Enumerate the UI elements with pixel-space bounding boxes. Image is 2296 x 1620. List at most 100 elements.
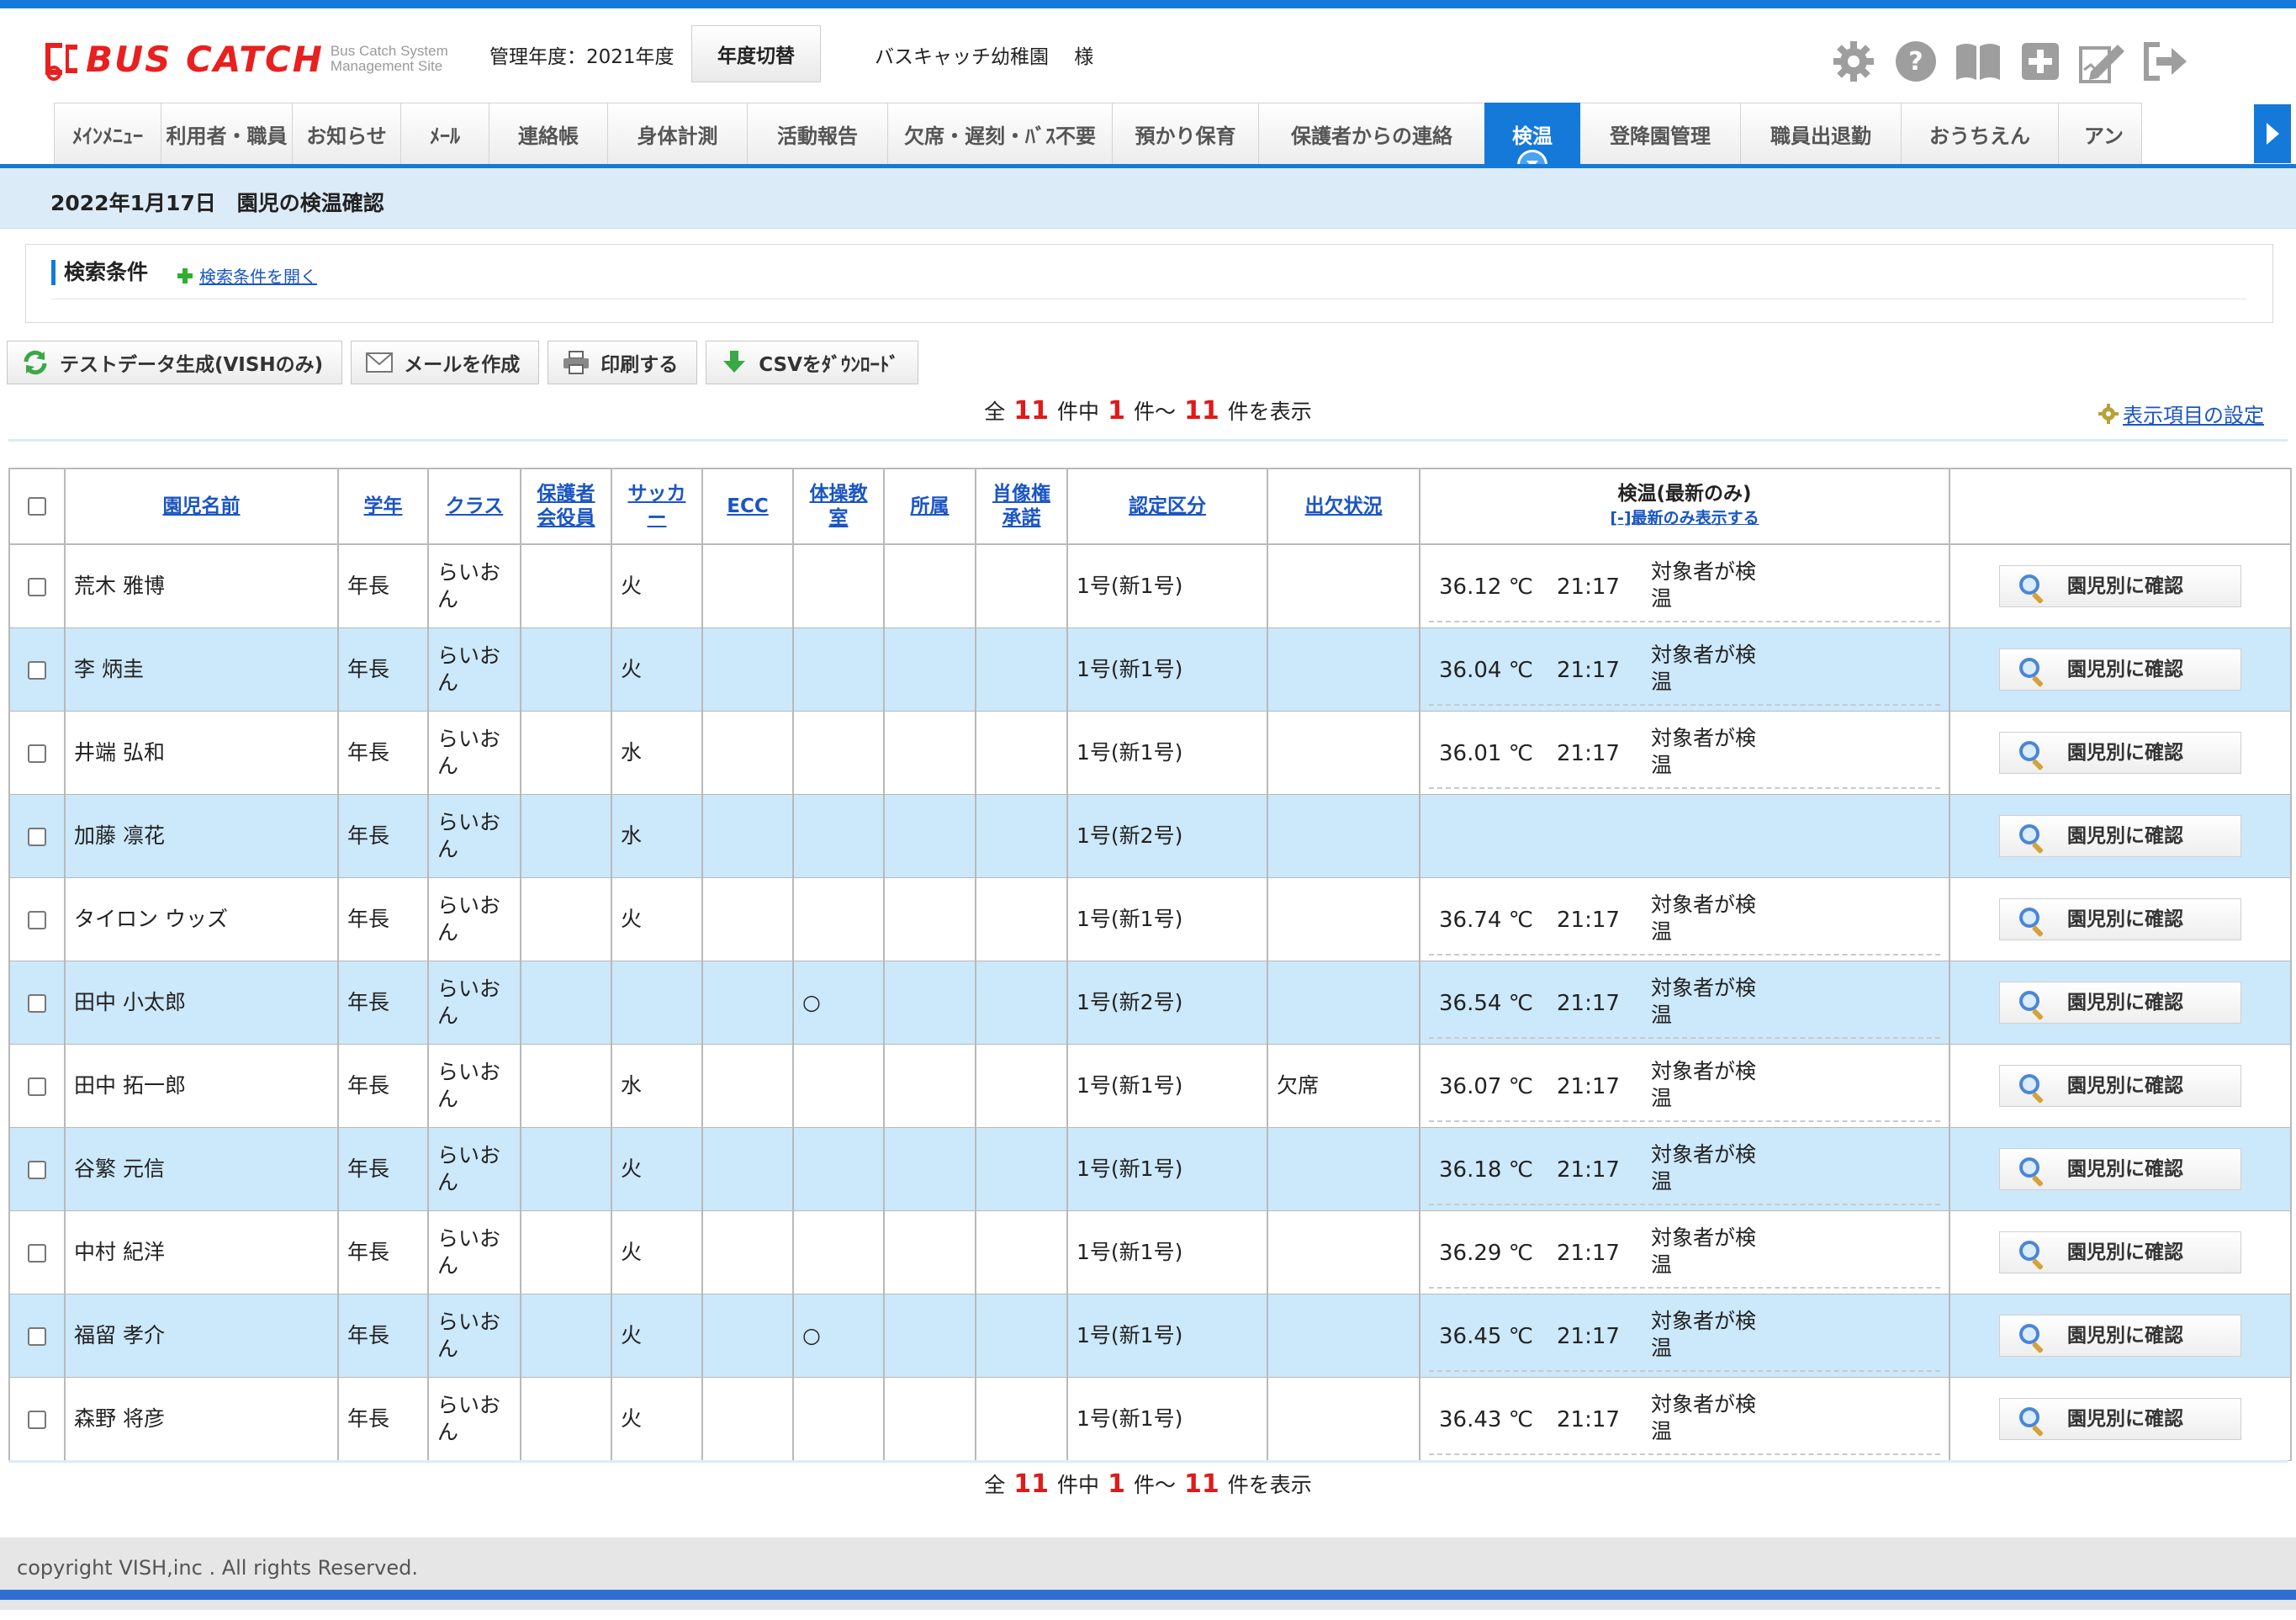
tab-temperature[interactable]: 検温 <box>1484 103 1580 180</box>
measured-by-line2: 温 <box>1651 1169 1673 1194</box>
book-icon[interactable] <box>1954 37 2002 86</box>
magnifier-icon <box>2019 1324 2044 1353</box>
measured-by-line1: 対象者が検 <box>1651 559 1757 584</box>
row-checkbox[interactable] <box>28 1077 46 1096</box>
temperature-time: 21:17 <box>1557 1241 1620 1266</box>
tab-notices[interactable]: お知らせ <box>292 103 401 165</box>
col-grade[interactable]: 学年 <box>337 468 429 545</box>
confirm-by-child-button[interactable]: 園児別に確認 <box>1999 1231 2241 1273</box>
year-switch-button[interactable]: 年度切替 <box>691 25 821 82</box>
child-attendance <box>1267 1210 1420 1294</box>
temperature-value: 36.18 ℃ <box>1439 1157 1533 1183</box>
nav-next-button[interactable] <box>2254 104 2291 163</box>
tab-body-measurement[interactable]: 身体計測 <box>607 103 748 165</box>
child-class-line2: ん <box>437 920 459 945</box>
tab-attendance-management[interactable]: 登降園管理 <box>1579 103 1741 165</box>
pager-total: 11 <box>1013 396 1050 426</box>
col-soccer[interactable]: サッカー <box>611 468 703 545</box>
col-name[interactable]: 園児名前 <box>64 468 339 545</box>
tab-ouchien[interactable]: おうちえん <box>1901 103 2059 165</box>
edit-icon[interactable] <box>2078 37 2127 86</box>
row-checkbox[interactable] <box>28 1244 46 1263</box>
download-csv-button[interactable]: CSVをﾀﾞｳﾝﾛｰﾄﾞ <box>706 341 918 384</box>
child-actions-cell: 園児別に確認 <box>1949 627 2292 712</box>
plus-icon[interactable] <box>2016 37 2065 86</box>
col-affiliation[interactable]: 所属 <box>883 468 976 545</box>
bus-catch-logo[interactable]: BUS CATCH Bus Catch System Management Si… <box>37 34 448 84</box>
measured-by-line2: 温 <box>1651 1336 1673 1360</box>
confirm-by-child-button[interactable]: 園児別に確認 <box>1999 1315 2241 1357</box>
tab-parent-contact[interactable]: 保護者からの連絡 <box>1258 103 1485 165</box>
child-grade: 年長 <box>337 1044 429 1128</box>
tab-mail[interactable]: ﾒｰﾙ <box>400 103 489 165</box>
confirm-by-child-button[interactable]: 園児別に確認 <box>1999 1065 2241 1107</box>
tab-users-staff[interactable]: 利用者・職員 <box>161 103 293 165</box>
tab-survey-partial[interactable]: アン <box>2058 103 2142 165</box>
col-portrait[interactable]: 肖像権 承諾 <box>975 468 1068 545</box>
row-checkbox[interactable] <box>28 911 46 929</box>
pager-to: 11 <box>1183 1469 1219 1499</box>
row-checkbox[interactable] <box>28 828 46 846</box>
help-icon[interactable]: ? <box>1891 37 1940 86</box>
row-checkbox[interactable] <box>28 744 46 763</box>
confirm-by-child-button[interactable]: 園児別に確認 <box>1999 732 2241 774</box>
tab-extended-care[interactable]: 預かり保育 <box>1112 103 1259 165</box>
show-latest-only-link[interactable]: [-]最新のみ表示する <box>1420 506 1949 531</box>
page-title-bar: 2022年1月17日 園児の検温確認 <box>0 168 2296 229</box>
row-checkbox[interactable] <box>28 994 46 1013</box>
row-checkbox[interactable] <box>28 1411 46 1429</box>
child-affiliation <box>883 1294 976 1378</box>
confirm-by-child-button[interactable]: 園児別に確認 <box>1999 565 2241 607</box>
child-certification: 1号(新1号) <box>1066 1044 1268 1128</box>
child-affiliation <box>883 961 976 1045</box>
child-portrait <box>975 711 1068 795</box>
row-checkbox[interactable] <box>28 1161 46 1179</box>
col-gym[interactable]: 体操教室 <box>792 468 885 545</box>
temperature-measured-by: 対象者が検温 <box>1651 892 1756 945</box>
row-checkbox[interactable] <box>28 1327 46 1346</box>
child-class-line2: ん <box>437 1420 459 1444</box>
confirm-by-child-button[interactable]: 園児別に確認 <box>1999 1148 2241 1190</box>
child-affiliation <box>883 1210 976 1294</box>
col-certification[interactable]: 認定区分 <box>1066 468 1268 545</box>
col-temperature: 検温(最新のみ) [-]最新のみ表示する <box>1419 468 1950 545</box>
measured-by-line1: 対象者が検 <box>1651 726 1757 750</box>
generate-test-data-button[interactable]: テストデータ生成(VISHのみ) <box>7 341 343 384</box>
select-all-checkbox[interactable] <box>28 497 46 516</box>
col-class[interactable]: クラス <box>427 468 521 545</box>
tab-contact-book[interactable]: 連絡帳 <box>489 103 608 165</box>
temperature-time: 21:17 <box>1557 908 1620 933</box>
dashed-divider <box>1429 1370 1940 1372</box>
row-checkbox[interactable] <box>28 578 46 596</box>
confirm-by-child-button[interactable]: 園児別に確認 <box>1999 815 2241 857</box>
col-ecc[interactable]: ECC <box>701 468 794 545</box>
logout-icon[interactable] <box>2140 37 2189 86</box>
child-grade: 年長 <box>337 711 429 795</box>
row-select-cell <box>8 1377 66 1461</box>
child-portrait <box>975 877 1068 961</box>
gear-icon[interactable] <box>1829 37 1878 86</box>
child-ecc <box>701 877 794 961</box>
confirm-by-child-button[interactable]: 園児別に確認 <box>1999 1398 2241 1440</box>
child-certification: 1号(新1号) <box>1066 711 1268 795</box>
tab-main-menu[interactable]: ﾒｲﾝﾒﾆｭｰ <box>54 103 161 165</box>
confirm-by-child-button[interactable]: 園児別に確認 <box>1999 649 2241 691</box>
open-search-conditions-link[interactable]: 検索条件を開く <box>176 263 317 288</box>
confirm-by-child-button[interactable]: 園児別に確認 <box>1999 982 2241 1024</box>
confirm-by-child-label: 園児別に確認 <box>2067 1241 2183 1263</box>
display-settings-link[interactable]: 表示項目の設定 <box>2098 399 2264 428</box>
temperature-value: 36.04 ℃ <box>1439 658 1533 683</box>
separator-top <box>8 439 2288 442</box>
tab-activity-report[interactable]: 活動報告 <box>747 103 888 165</box>
child-ecc <box>701 627 794 712</box>
tab-staff-attendance[interactable]: 職員出退勤 <box>1740 103 1902 165</box>
confirm-by-child-button[interactable]: 園児別に確認 <box>1999 898 2241 940</box>
row-checkbox[interactable] <box>28 661 46 680</box>
print-button[interactable]: 印刷する <box>548 341 698 384</box>
col-actions <box>1949 468 2292 545</box>
col-attendance[interactable]: 出欠状況 <box>1267 468 1420 545</box>
col-parent-officer[interactable]: 保護者 会役員 <box>520 468 612 545</box>
tab-absence-late-bus[interactable]: 欠席・遅刻・ﾊﾞｽ不要 <box>887 103 1113 165</box>
create-mail-button[interactable]: メールを作成 <box>351 341 540 384</box>
table-row: 田中 拓一郎 年長 らいおん 水 1号(新1号) 欠席 36.07 ℃ 21:17 対象者が検温… <box>8 1044 2292 1128</box>
